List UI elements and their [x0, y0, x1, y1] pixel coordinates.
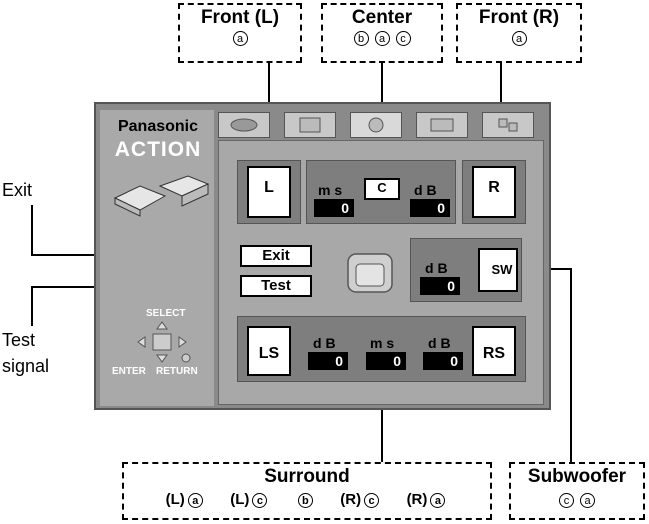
mark-c: c — [395, 31, 411, 47]
tab-sound[interactable] — [350, 112, 402, 138]
exit-button[interactable]: Exit — [240, 245, 312, 267]
setup-tab-icon — [498, 118, 518, 132]
tab-setup[interactable] — [482, 112, 534, 138]
mark-a: a — [187, 492, 203, 508]
product-title: ACTION — [114, 138, 202, 161]
callout-subwoofer: Subwoofer ca — [509, 462, 645, 520]
center-level-value[interactable]: 0 — [410, 199, 450, 217]
mark-a: a — [374, 31, 390, 47]
surround-item-1: (L) a — [166, 491, 206, 508]
center-delay-unit: m s — [318, 182, 343, 198]
center-delay-value[interactable]: 0 — [314, 199, 354, 217]
surround-right-speaker[interactable]: RS — [472, 326, 516, 376]
tab-display[interactable] — [284, 112, 336, 138]
mark-b: b — [353, 31, 369, 47]
surround-right-level-unit: d B — [428, 335, 451, 351]
surround-item-5: (R) a — [407, 491, 449, 508]
tab-speaker[interactable] — [218, 112, 270, 138]
surround-left-speaker[interactable]: LS — [247, 326, 291, 376]
surround-item-3: b — [295, 491, 316, 508]
mark-a: a — [430, 492, 446, 508]
test-button[interactable]: Test — [240, 275, 312, 297]
mark-c: c — [364, 492, 380, 508]
mark-b: b — [297, 492, 313, 508]
callout-front-r: Front (R) a — [456, 3, 582, 63]
surround-delay-unit: m s — [370, 335, 395, 351]
sound-tab-icon — [368, 117, 384, 133]
callout-front-l-title: Front (L) — [200, 7, 280, 28]
mark-c: c — [252, 492, 268, 508]
display-tab-icon — [299, 117, 321, 133]
mark-c: c — [559, 493, 574, 509]
mark-a: a — [511, 31, 527, 47]
exit-leader-v — [31, 205, 33, 255]
callout-center: Center bac — [321, 3, 443, 63]
subwoofer-speaker[interactable]: SW — [478, 248, 518, 292]
center-speaker[interactable]: C — [364, 178, 400, 200]
surround-delay-value[interactable]: 0 — [366, 352, 406, 370]
test-label-line2: signal — [2, 356, 50, 376]
listening-seat-icon — [347, 253, 393, 293]
mark-a: a — [232, 31, 248, 47]
exit-label: Exit — [2, 180, 33, 200]
navigation-pad-icon[interactable] — [132, 320, 192, 364]
boxes-illustration — [113, 175, 210, 217]
callout-surround-title: Surround — [264, 466, 350, 487]
surround-left-level-value[interactable]: 0 — [308, 352, 348, 370]
center-level-unit: d B — [414, 182, 437, 198]
brand-logo: Panasonic — [117, 118, 199, 135]
test-leader-v — [31, 286, 33, 326]
callout-front-l: Front (L) a — [178, 3, 302, 63]
select-label: SELECT — [146, 308, 186, 319]
picture-tab-icon — [430, 118, 454, 132]
callout-subwoofer-title: Subwoofer — [527, 466, 627, 487]
subwoofer-level-unit: d B — [425, 260, 448, 276]
test-label-line1: Test — [2, 330, 36, 350]
callout-center-title: Center — [351, 7, 413, 28]
return-label: RETURN — [156, 366, 198, 377]
front-left-speaker[interactable]: L — [247, 166, 291, 218]
subwoofer-level-value[interactable]: 0 — [420, 277, 460, 295]
sub-leader-v — [570, 268, 572, 462]
speaker-tab-icon — [230, 118, 258, 132]
surround-right-level-value[interactable]: 0 — [423, 352, 463, 370]
surround-item-2: (L) c — [230, 491, 270, 508]
surround-left-level-unit: d B — [313, 335, 336, 351]
surround-item-4: (R) c — [340, 491, 382, 508]
tab-picture[interactable] — [416, 112, 468, 138]
enter-label: ENTER — [112, 366, 146, 377]
callout-surround: Surround (L) a (L) c b (R) c (R) a — [122, 462, 492, 520]
callout-front-r-title: Front (R) — [478, 7, 560, 28]
front-right-speaker[interactable]: R — [472, 166, 516, 218]
mark-a: a — [580, 493, 595, 509]
